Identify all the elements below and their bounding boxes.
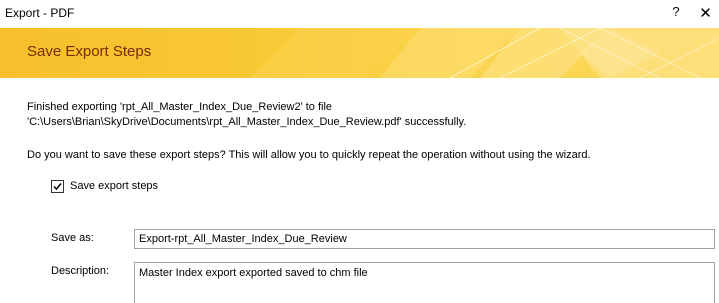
- close-button[interactable]: ✕: [692, 2, 719, 26]
- save-steps-row[interactable]: Save export steps: [51, 178, 158, 194]
- description-input[interactable]: Master Index export exported saved to ch…: [134, 262, 715, 303]
- dialog-content: Finished exporting 'rpt_All_Master_Index…: [0, 78, 719, 303]
- banner-heading: Save Export Steps: [27, 43, 152, 60]
- header-banner: Save Export Steps: [0, 28, 719, 78]
- finished-message: Finished exporting 'rpt_All_Master_Index…: [27, 101, 467, 128]
- save-steps-checkbox[interactable]: [51, 179, 64, 193]
- checkmark-icon: [53, 182, 62, 190]
- save-as-label: Save as:: [51, 232, 94, 244]
- window-title: Export - PDF: [5, 6, 75, 20]
- save-as-input[interactable]: [134, 229, 715, 249]
- save-question: Do you want to save these export steps? …: [27, 149, 591, 161]
- description-label: Description:: [51, 265, 110, 277]
- help-button[interactable]: ?: [664, 4, 688, 24]
- title-bar: Export - PDF ? ✕: [0, 0, 719, 28]
- save-steps-label: Save export steps: [70, 180, 159, 192]
